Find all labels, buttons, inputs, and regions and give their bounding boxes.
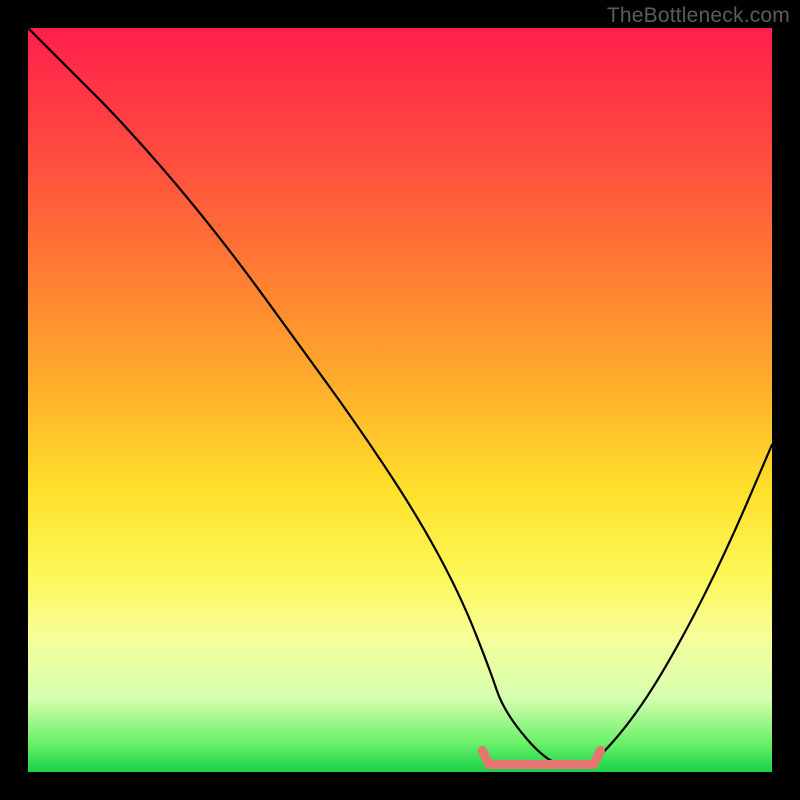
chart-frame: TheBottleneck.com	[0, 0, 800, 800]
watermark-text: TheBottleneck.com	[607, 4, 790, 28]
curve-layer	[28, 28, 772, 772]
plot-area	[28, 28, 772, 772]
bottleneck-curve	[28, 28, 772, 765]
